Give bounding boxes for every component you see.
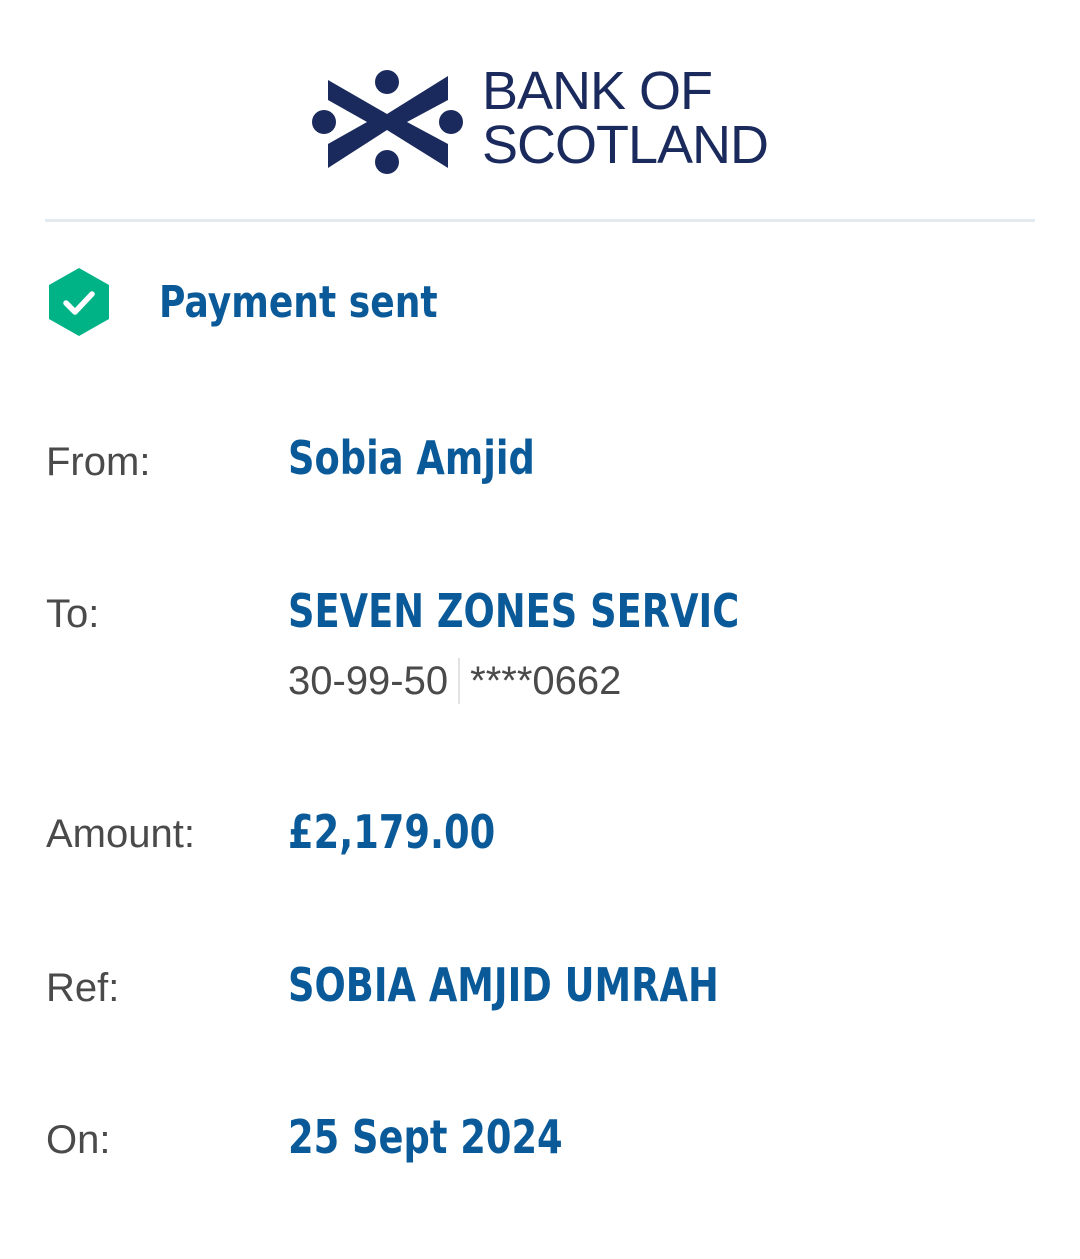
- brand-name-line2: SCOTLAND: [482, 115, 769, 175]
- bank-of-scotland-logo-icon: [312, 70, 463, 174]
- payee-account-details: 30-99-50 ****0662: [288, 656, 621, 706]
- header: BANK OF SCOTLAND: [0, 0, 1080, 220]
- to-value: SEVEN ZONES SERVIC: [288, 584, 740, 638]
- to-label: To:: [46, 592, 100, 636]
- from-label: From:: [46, 440, 151, 484]
- check-hexagon-icon: [49, 268, 109, 336]
- date-value: 25 Sept 2024: [288, 1110, 563, 1164]
- ref-value: SOBIA AMJID UMRAH: [288, 958, 719, 1012]
- from-value: Sobia Amjid: [288, 431, 535, 485]
- account-separator: [458, 658, 461, 704]
- brand-name-line1: BANK OF: [482, 61, 713, 121]
- sort-code: 30-99-50: [288, 659, 449, 703]
- header-divider: [45, 219, 1035, 222]
- status-text: Payment sent: [159, 277, 438, 328]
- ref-label: Ref:: [46, 966, 120, 1010]
- brand-name: BANK OF SCOTLAND: [482, 61, 769, 175]
- account-number: ****0662: [470, 659, 622, 703]
- date-label: On:: [46, 1118, 111, 1162]
- amount-value: £2,179.00: [288, 805, 496, 859]
- amount-label: Amount:: [46, 812, 195, 856]
